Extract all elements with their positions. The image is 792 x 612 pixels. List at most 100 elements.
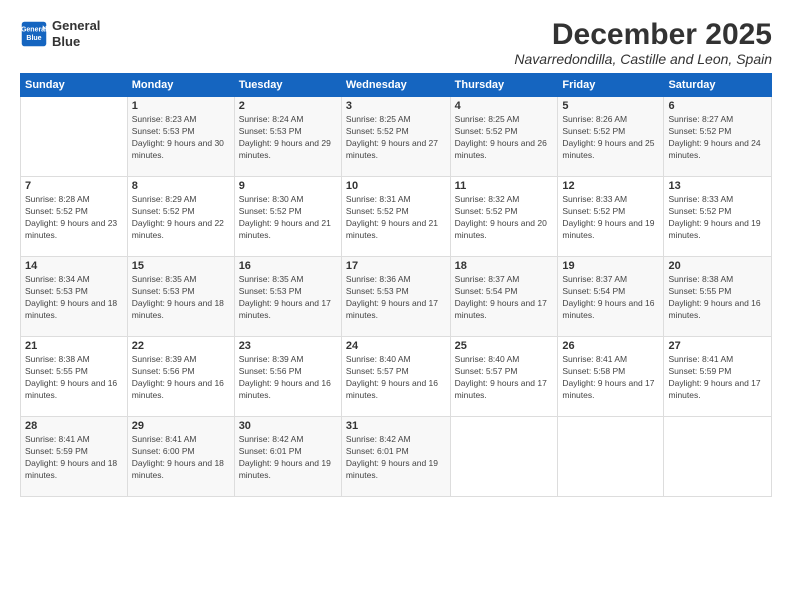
calendar-header-row: SundayMondayTuesdayWednesdayThursdayFrid… — [21, 74, 772, 97]
day-number: 25 — [455, 340, 554, 352]
page: General Blue General Blue December 2025 … — [0, 0, 792, 612]
day-info: Sunrise: 8:42 AMSunset: 6:01 PMDaylight:… — [239, 434, 337, 482]
calendar-cell: 6 Sunrise: 8:27 AMSunset: 5:52 PMDaylight… — [664, 97, 772, 177]
day-number: 16 — [239, 260, 337, 272]
calendar-cell: 20 Sunrise: 8:38 AMSunset: 5:55 PMDayligh… — [664, 257, 772, 337]
day-number: 6 — [668, 100, 767, 112]
day-info: Sunrise: 8:35 AMSunset: 5:53 PMDaylight:… — [132, 274, 230, 322]
header-day: Thursday — [450, 74, 558, 97]
calendar-cell — [664, 417, 772, 497]
day-info: Sunrise: 8:41 AMSunset: 5:59 PMDaylight:… — [25, 434, 123, 482]
day-info: Sunrise: 8:30 AMSunset: 5:52 PMDaylight:… — [239, 194, 337, 242]
day-info: Sunrise: 8:35 AMSunset: 5:53 PMDaylight:… — [239, 274, 337, 322]
day-number: 11 — [455, 180, 554, 192]
day-info: Sunrise: 8:39 AMSunset: 5:56 PMDaylight:… — [239, 354, 337, 402]
calendar-cell: 30 Sunrise: 8:42 AMSunset: 6:01 PMDayligh… — [234, 417, 341, 497]
calendar-cell: 8 Sunrise: 8:29 AMSunset: 5:52 PMDaylight… — [127, 177, 234, 257]
day-number: 15 — [132, 260, 230, 272]
calendar-cell: 7Sunrise: 8:28 AMSunset: 5:52 PMDaylight… — [21, 177, 128, 257]
calendar-cell: 22 Sunrise: 8:39 AMSunset: 5:56 PMDayligh… — [127, 337, 234, 417]
calendar-cell: 10Sunrise: 8:31 AMSunset: 5:52 PMDayligh… — [341, 177, 450, 257]
calendar-week-row: 21 Sunrise: 8:38 AMSunset: 5:55 PMDayligh… — [21, 337, 772, 417]
day-info: Sunrise: 8:31 AMSunset: 5:52 PMDaylight:… — [346, 194, 446, 242]
day-info: Sunrise: 8:37 AMSunset: 5:54 PMDaylight:… — [562, 274, 659, 322]
day-info: Sunrise: 8:40 AMSunset: 5:57 PMDaylight:… — [346, 354, 446, 402]
day-info: Sunrise: 8:24 AMSunset: 5:53 PMDaylight:… — [239, 114, 337, 162]
calendar-cell: 18 Sunrise: 8:37 AMSunset: 5:54 PMDayligh… — [450, 257, 558, 337]
calendar-cell: 21 Sunrise: 8:38 AMSunset: 5:55 PMDayligh… — [21, 337, 128, 417]
day-info: Sunrise: 8:27 AMSunset: 5:52 PMDaylight:… — [668, 114, 767, 162]
day-number: 12 — [562, 180, 659, 192]
day-number: 3 — [346, 100, 446, 112]
calendar-cell: 28 Sunrise: 8:41 AMSunset: 5:59 PMDayligh… — [21, 417, 128, 497]
day-info: Sunrise: 8:38 AMSunset: 5:55 PMDaylight:… — [668, 274, 767, 322]
day-number: 13 — [668, 180, 767, 192]
calendar-week-row: 28 Sunrise: 8:41 AMSunset: 5:59 PMDayligh… — [21, 417, 772, 497]
day-info: Sunrise: 8:29 AMSunset: 5:52 PMDaylight:… — [132, 194, 230, 242]
day-info: Sunrise: 8:38 AMSunset: 5:55 PMDaylight:… — [25, 354, 123, 402]
day-number: 8 — [132, 180, 230, 192]
day-number: 22 — [132, 340, 230, 352]
calendar-cell: 2 Sunrise: 8:24 AMSunset: 5:53 PMDaylight… — [234, 97, 341, 177]
header-day: Tuesday — [234, 74, 341, 97]
day-info: Sunrise: 8:33 AMSunset: 5:52 PMDaylight:… — [562, 194, 659, 242]
calendar-cell: 11 Sunrise: 8:32 AMSunset: 5:52 PMDayligh… — [450, 177, 558, 257]
day-number: 5 — [562, 100, 659, 112]
day-info: Sunrise: 8:37 AMSunset: 5:54 PMDaylight:… — [455, 274, 554, 322]
day-info: Sunrise: 8:41 AMSunset: 5:59 PMDaylight:… — [668, 354, 767, 402]
calendar-cell: 15 Sunrise: 8:35 AMSunset: 5:53 PMDayligh… — [127, 257, 234, 337]
calendar-week-row: 7Sunrise: 8:28 AMSunset: 5:52 PMDaylight… — [21, 177, 772, 257]
day-number: 23 — [239, 340, 337, 352]
header: General Blue General Blue December 2025 … — [20, 18, 772, 67]
calendar-cell: 23 Sunrise: 8:39 AMSunset: 5:56 PMDayligh… — [234, 337, 341, 417]
day-info: Sunrise: 8:40 AMSunset: 5:57 PMDaylight:… — [455, 354, 554, 402]
day-number: 28 — [25, 420, 123, 432]
header-day: Wednesday — [341, 74, 450, 97]
logo-text: General Blue — [52, 18, 100, 49]
day-number: 21 — [25, 340, 123, 352]
day-number: 20 — [668, 260, 767, 272]
header-day: Saturday — [664, 74, 772, 97]
day-info: Sunrise: 8:36 AMSunset: 5:53 PMDaylight:… — [346, 274, 446, 322]
main-title: December 2025 — [514, 18, 772, 51]
header-day: Friday — [558, 74, 664, 97]
day-info: Sunrise: 8:42 AMSunset: 6:01 PMDaylight:… — [346, 434, 446, 482]
svg-text:Blue: Blue — [26, 35, 41, 42]
day-number: 27 — [668, 340, 767, 352]
day-info: Sunrise: 8:26 AMSunset: 5:52 PMDaylight:… — [562, 114, 659, 162]
day-info: Sunrise: 8:25 AMSunset: 5:52 PMDaylight:… — [455, 114, 554, 162]
calendar-cell: 27 Sunrise: 8:41 AMSunset: 5:59 PMDayligh… — [664, 337, 772, 417]
logo-icon: General Blue — [20, 20, 48, 48]
day-info: Sunrise: 8:33 AMSunset: 5:52 PMDaylight:… — [668, 194, 767, 242]
calendar-cell: 1Sunrise: 8:23 AMSunset: 5:53 PMDaylight… — [127, 97, 234, 177]
calendar-cell — [21, 97, 128, 177]
calendar-cell: 14Sunrise: 8:34 AMSunset: 5:53 PMDayligh… — [21, 257, 128, 337]
logo-line2: Blue — [52, 34, 100, 50]
subtitle: Navarredondilla, Castille and Leon, Spai… — [514, 51, 772, 67]
day-number: 30 — [239, 420, 337, 432]
calendar-cell: 16 Sunrise: 8:35 AMSunset: 5:53 PMDayligh… — [234, 257, 341, 337]
calendar-cell — [558, 417, 664, 497]
day-info: Sunrise: 8:41 AMSunset: 5:58 PMDaylight:… — [562, 354, 659, 402]
calendar-cell: 4Sunrise: 8:25 AMSunset: 5:52 PMDaylight… — [450, 97, 558, 177]
day-number: 31 — [346, 420, 446, 432]
header-day: Monday — [127, 74, 234, 97]
day-number: 29 — [132, 420, 230, 432]
calendar-cell: 19 Sunrise: 8:37 AMSunset: 5:54 PMDayligh… — [558, 257, 664, 337]
calendar-cell: 9Sunrise: 8:30 AMSunset: 5:52 PMDaylight… — [234, 177, 341, 257]
day-number: 19 — [562, 260, 659, 272]
day-number: 18 — [455, 260, 554, 272]
day-info: Sunrise: 8:25 AMSunset: 5:52 PMDaylight:… — [346, 114, 446, 162]
day-number: 2 — [239, 100, 337, 112]
calendar-cell: 31 Sunrise: 8:42 AMSunset: 6:01 PMDayligh… — [341, 417, 450, 497]
calendar-cell: 24 Sunrise: 8:40 AMSunset: 5:57 PMDayligh… — [341, 337, 450, 417]
calendar-cell: 13 Sunrise: 8:33 AMSunset: 5:52 PMDayligh… — [664, 177, 772, 257]
day-number: 24 — [346, 340, 446, 352]
calendar-cell — [450, 417, 558, 497]
day-info: Sunrise: 8:39 AMSunset: 5:56 PMDaylight:… — [132, 354, 230, 402]
header-day: Sunday — [21, 74, 128, 97]
day-info: Sunrise: 8:32 AMSunset: 5:52 PMDaylight:… — [455, 194, 554, 242]
calendar-cell: 29Sunrise: 8:41 AMSunset: 6:00 PMDayligh… — [127, 417, 234, 497]
calendar-cell: 25 Sunrise: 8:40 AMSunset: 5:57 PMDayligh… — [450, 337, 558, 417]
logo-line1: General — [52, 18, 100, 34]
